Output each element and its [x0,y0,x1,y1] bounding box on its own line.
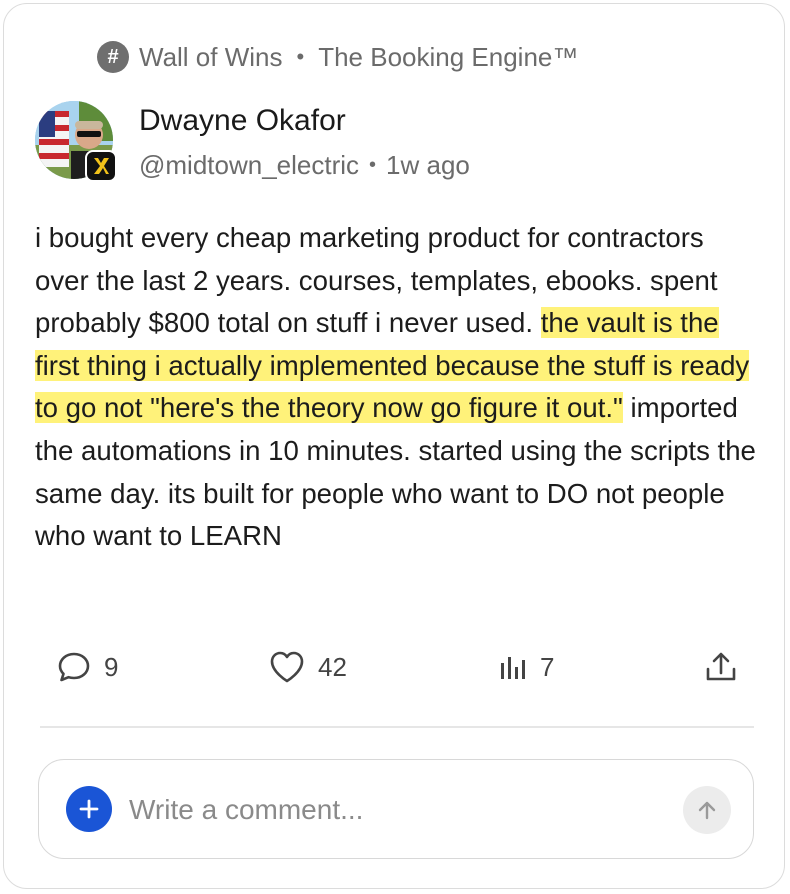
views-icon [501,657,525,679]
comment-button[interactable]: 9 [56,649,118,685]
hash-icon: # [97,41,129,73]
heart-icon [270,651,304,683]
post-timestamp: 1w ago [386,150,470,180]
share-button[interactable] [704,649,738,685]
channel-breadcrumb[interactable]: # Wall of Wins • The Booking Engine™ [97,40,578,74]
comment-count: 9 [104,651,119,682]
like-button[interactable]: 42 [268,649,347,685]
community-name[interactable]: The Booking Engine™ [318,42,578,73]
comment-icon [58,652,90,682]
add-attachment-button[interactable] [66,786,112,832]
post-card: # Wall of Wins • The Booking Engine™ Dwa… [3,3,785,889]
plus-icon [79,799,99,819]
lightning-badge-icon [85,150,117,182]
views-button[interactable]: 7 [498,649,554,685]
post-body: i bought every cheap marketing product f… [35,217,765,558]
author-name[interactable]: Dwayne Okafor [139,104,346,138]
share-icon [706,652,736,681]
send-button[interactable] [683,786,731,834]
divider [40,726,754,728]
view-count: 7 [540,651,555,682]
channel-name[interactable]: Wall of Wins [139,42,283,73]
author-handle[interactable]: @midtown_electric [139,150,359,181]
post-actions: 9 42 7 [4,649,786,693]
like-count: 42 [318,651,347,682]
meta-separator: • [369,154,377,176]
comment-composer [38,759,754,859]
author-meta: @midtown_electric • 1w ago [139,150,470,181]
comment-input[interactable] [129,786,669,834]
breadcrumb-separator: • [296,44,305,69]
arrow-up-icon [698,801,716,820]
